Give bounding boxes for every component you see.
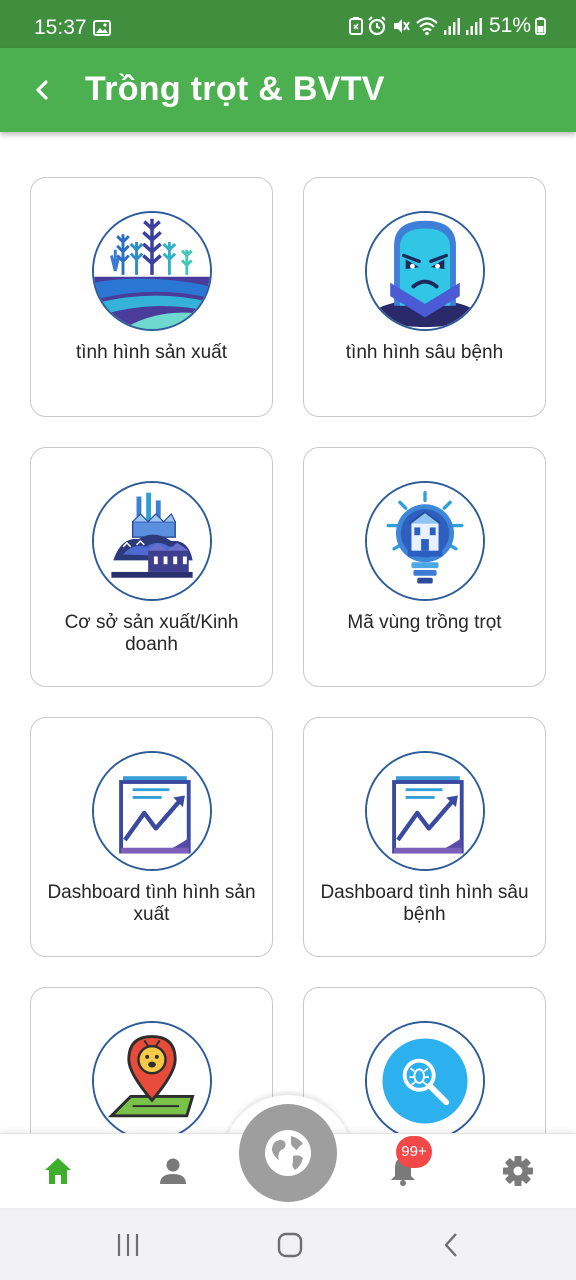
menu-card-growing-area[interactable]: Mã vùng trồng trọt xyxy=(303,447,546,687)
menu-card-label: Dashboard tình hình sâu bệnh xyxy=(320,882,529,925)
menu-card-label: tình hình sản xuất xyxy=(75,342,228,363)
home-icon[interactable] xyxy=(41,1154,75,1188)
bug-search-icon xyxy=(365,1021,485,1141)
chart-trend-icon xyxy=(92,751,212,871)
image-icon xyxy=(93,20,111,36)
globe-icon xyxy=(265,1130,311,1176)
menu-card-production[interactable]: tình hình sản xuất xyxy=(30,177,273,417)
back-button[interactable] xyxy=(26,74,58,106)
menu-card-business[interactable]: Cơ sở sản xuất/Kinh doanh xyxy=(30,447,273,687)
status-icons: 51% xyxy=(348,14,546,38)
battery-icon xyxy=(535,17,546,35)
menu-card-label: tình hình sâu bệnh xyxy=(345,342,504,363)
system-nav-bar xyxy=(0,1208,576,1280)
recent-apps-icon[interactable] xyxy=(113,1230,143,1260)
globe-button[interactable] xyxy=(239,1104,337,1202)
menu-card-label: Mã vùng trồng trọt xyxy=(347,612,502,633)
gear-icon[interactable] xyxy=(501,1154,535,1188)
alarm-icon xyxy=(368,16,386,36)
menu-card-dashboard-production[interactable]: Dashboard tình hình sản xuất xyxy=(30,717,273,957)
lightbulb-building-icon xyxy=(365,481,485,601)
menu-card-pests[interactable]: tình hình sâu bệnh xyxy=(303,177,546,417)
mute-icon xyxy=(393,19,410,33)
notification-badge: 99+ xyxy=(396,1136,432,1168)
farm-field-icon xyxy=(92,211,212,331)
menu-card-label: Dashboard tình hình sản xuất xyxy=(47,882,256,925)
factory-icon xyxy=(92,481,212,601)
signal-icon xyxy=(443,18,460,35)
menu-card-dashboard-pests[interactable]: Dashboard tình hình sâu bệnh xyxy=(303,717,546,957)
status-time: 15:37 xyxy=(34,16,87,39)
chart-trend-icon xyxy=(365,751,485,871)
battery-percent: 51% xyxy=(488,14,531,37)
home-button-icon[interactable] xyxy=(275,1230,305,1260)
back-icon[interactable] xyxy=(437,1230,467,1260)
wifi-icon xyxy=(416,17,438,36)
menu-card-label: Cơ sở sản xuất/Kinh doanh xyxy=(64,612,239,655)
status-bar: 15:37 51% xyxy=(0,0,576,48)
signal-icon xyxy=(465,18,482,35)
page-title: Trồng trọt & BVTV xyxy=(85,70,385,108)
angry-pest-icon xyxy=(365,211,485,331)
map-pin-bug-icon xyxy=(92,1021,212,1141)
screen: 15:37 51% Trồng trọt & BVTV tình hình sả… xyxy=(0,0,576,1280)
app-bar: Trồng trọt & BVTV xyxy=(0,48,576,132)
person-icon[interactable] xyxy=(156,1154,190,1188)
battery-saver-icon xyxy=(348,17,363,35)
